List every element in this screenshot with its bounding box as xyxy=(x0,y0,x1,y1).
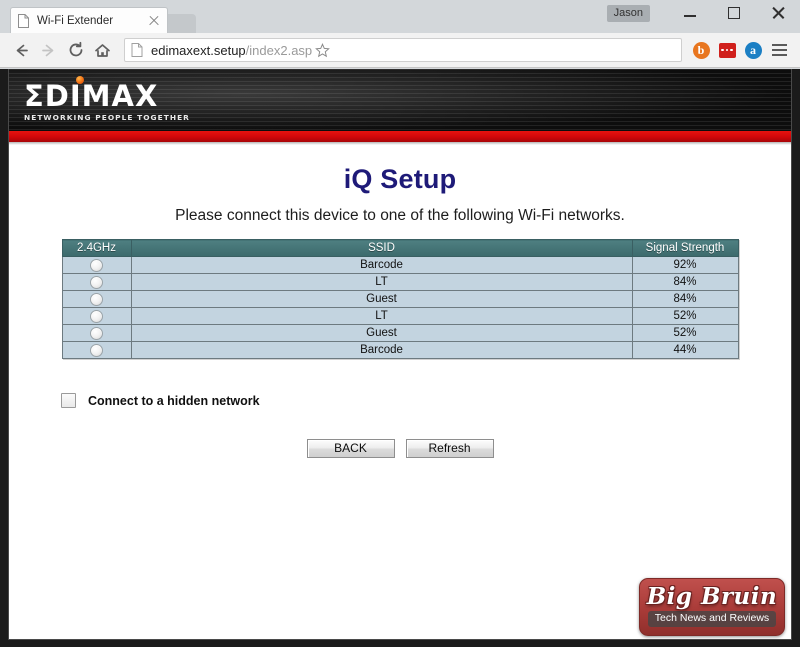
close-icon[interactable] xyxy=(147,14,161,28)
star-icon[interactable] xyxy=(312,42,332,58)
red-dots-extension-icon[interactable] xyxy=(714,37,740,64)
network-ssid-cell: Guest xyxy=(130,324,633,342)
network-ssid-cell: Barcode xyxy=(130,341,633,359)
table-row[interactable]: Guest 52% xyxy=(61,324,739,342)
table-row[interactable]: LT 84% xyxy=(61,273,739,291)
table-row[interactable]: Barcode 92% xyxy=(61,256,739,274)
page-subtitle: Please connect this device to one of the… xyxy=(175,207,625,224)
browser-toolbar: edimaxext.setup/index2.asp b a xyxy=(0,33,800,68)
column-header-band: 2.4GHz xyxy=(61,239,132,257)
page-icon xyxy=(131,43,143,57)
user-profile-button[interactable]: Jason xyxy=(606,4,650,22)
edimax-logo: ΣDIMAX NETWORKING PEOPLE TOGETHER xyxy=(24,76,199,122)
network-radio-button[interactable] xyxy=(90,258,103,272)
network-list: Barcode 92% LT 84% Guest 84% LT 52% Guest 52% Barc… xyxy=(61,256,739,359)
logo-dot-icon xyxy=(76,76,84,84)
page-content: iQ Setup Please connect this device to o… xyxy=(9,145,791,639)
browser-window: Wi-Fi Extender Jason edimaxext.setup/ind… xyxy=(0,0,800,647)
hidden-network-label: Connect to a hidden network xyxy=(88,393,260,408)
network-ssid-cell: Guest xyxy=(130,290,633,308)
hidden-network-row[interactable]: Connect to a hidden network xyxy=(61,393,791,408)
page-viewport: ΣDIMAX NETWORKING PEOPLE TOGETHER iQ Set… xyxy=(0,69,800,647)
table-row[interactable]: Guest 84% xyxy=(61,290,739,308)
column-header-signal: Signal Strength xyxy=(631,239,739,257)
network-signal-cell: 84% xyxy=(631,290,739,308)
red-accent-bar xyxy=(9,131,791,142)
network-select-cell[interactable] xyxy=(61,273,132,291)
browser-tab-wifi-extender[interactable]: Wi-Fi Extender xyxy=(10,7,168,33)
back-button[interactable]: BACK xyxy=(306,439,395,458)
forward-arrow-icon xyxy=(35,37,62,64)
window-controls: Jason xyxy=(606,0,800,26)
reload-icon[interactable] xyxy=(62,37,89,64)
network-select-cell[interactable] xyxy=(61,307,132,325)
table-row[interactable]: LT 52% xyxy=(61,307,739,325)
tab-strip: Wi-Fi Extender Jason xyxy=(0,0,800,33)
page-frame: ΣDIMAX NETWORKING PEOPLE TOGETHER iQ Set… xyxy=(9,69,791,639)
network-ssid-cell: Barcode xyxy=(130,256,633,274)
address-bar[interactable]: edimaxext.setup/index2.asp xyxy=(124,38,682,62)
network-signal-cell: 52% xyxy=(631,324,739,342)
network-radio-button[interactable] xyxy=(90,292,103,306)
network-scan-table: 2.4GHz SSID Signal Strength Barcode 92% LT… xyxy=(61,239,739,359)
url-host: edimaxext.setup xyxy=(151,42,246,58)
network-select-cell[interactable] xyxy=(61,256,132,274)
network-ssid-cell: LT xyxy=(130,307,633,325)
network-radio-button[interactable] xyxy=(90,343,103,357)
url-path: /index2.asp xyxy=(245,42,313,58)
table-row[interactable]: Barcode 44% xyxy=(61,341,739,359)
bitly-extension-icon[interactable]: b xyxy=(688,37,714,64)
page-title: iQ Setup xyxy=(343,164,457,194)
network-signal-cell: 92% xyxy=(631,256,739,274)
bigbruin-tagline: Tech News and Reviews xyxy=(648,611,776,627)
minimize-icon[interactable] xyxy=(668,0,712,26)
edimax-header-banner: ΣDIMAX NETWORKING PEOPLE TOGETHER xyxy=(9,69,791,131)
bigbruin-watermark: Big Bruin Tech News and Reviews xyxy=(639,578,785,636)
maximize-icon[interactable] xyxy=(712,0,756,26)
network-signal-cell: 44% xyxy=(631,341,739,359)
network-scan-table-wrapper: 2.4GHz SSID Signal Strength Barcode 92% LT… xyxy=(61,239,739,359)
column-header-ssid: SSID xyxy=(130,239,633,257)
window-close-icon[interactable] xyxy=(756,0,800,26)
network-select-cell[interactable] xyxy=(61,341,132,359)
hidden-network-checkbox[interactable] xyxy=(61,393,76,408)
table-header-row: 2.4GHz SSID Signal Strength xyxy=(61,239,739,257)
home-icon[interactable] xyxy=(89,37,116,64)
page-icon xyxy=(17,13,30,28)
tab-title: Wi-Fi Extender xyxy=(37,14,114,27)
alexa-extension-icon[interactable]: a xyxy=(740,37,766,64)
hamburger-menu-icon[interactable] xyxy=(766,37,792,64)
button-row: BACK Refresh xyxy=(9,439,791,458)
network-radio-button[interactable] xyxy=(90,326,103,340)
url-text: edimaxext.setup/index2.asp xyxy=(151,43,312,58)
network-signal-cell: 84% xyxy=(631,273,739,291)
network-signal-cell: 52% xyxy=(631,307,739,325)
bigbruin-name: Big Bruin xyxy=(646,583,778,610)
refresh-button[interactable]: Refresh xyxy=(405,439,494,458)
network-ssid-cell: LT xyxy=(130,273,633,291)
edimax-tagline: NETWORKING PEOPLE TOGETHER xyxy=(24,113,190,122)
network-radio-button[interactable] xyxy=(90,309,103,323)
back-arrow-icon[interactable] xyxy=(8,37,35,64)
network-select-cell[interactable] xyxy=(61,324,132,342)
edimax-logo-text: ΣDIMAX xyxy=(24,79,159,113)
network-radio-button[interactable] xyxy=(90,275,103,289)
network-select-cell[interactable] xyxy=(61,290,132,308)
